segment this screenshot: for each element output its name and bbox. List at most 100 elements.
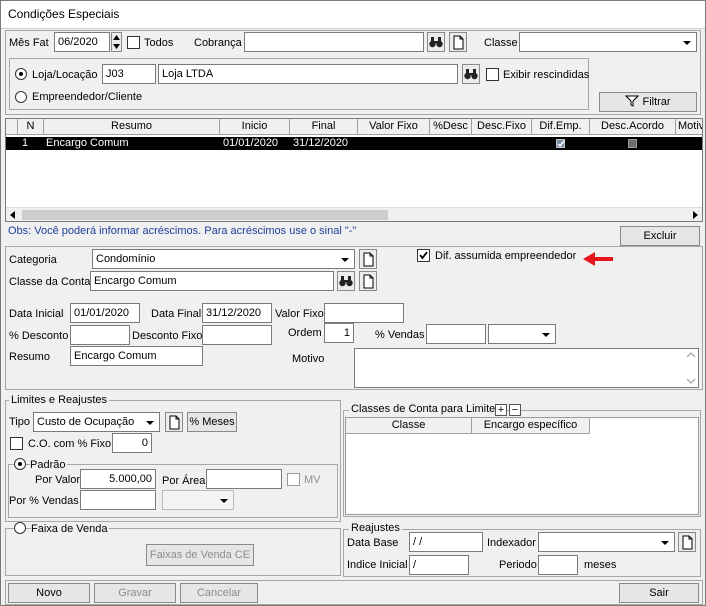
mes-fat-spinner[interactable] <box>111 32 122 52</box>
scrollbar-thumb[interactable] <box>22 210 388 220</box>
col-header[interactable]: Final <box>290 119 358 135</box>
grid-header: N Resumo Inicio Final Valor Fixo %Desc D… <box>6 119 702 135</box>
pct-vendas-label: % Vendas <box>375 329 425 341</box>
pct-vendas-select[interactable] <box>488 324 556 344</box>
tipo-new-button[interactable] <box>165 412 183 432</box>
resumo-label: Resumo <box>9 351 50 363</box>
excluir-button[interactable]: Excluir <box>620 226 700 246</box>
cell-final: 31/12/2020 <box>293 137 349 149</box>
indexador-select[interactable] <box>538 532 675 552</box>
col-header[interactable]: N <box>18 119 44 135</box>
por-area-input[interactable] <box>206 469 282 489</box>
loja-code-input[interactable]: J03 <box>102 64 156 84</box>
valor-fixo-input[interactable] <box>324 303 404 323</box>
cobranca-new-button[interactable] <box>449 32 467 52</box>
ordem-input[interactable]: 1 <box>324 323 354 343</box>
todos-checkbox[interactable] <box>127 36 140 49</box>
binoculars-icon <box>339 276 353 287</box>
resumo-input[interactable]: Encargo Comum <box>70 346 203 366</box>
pct-vendas-input[interactable] <box>426 324 486 344</box>
padrao-radio[interactable] <box>14 458 26 470</box>
cancelar-button[interactable]: Cancelar <box>180 583 258 603</box>
scroll-right-icon[interactable] <box>689 209 701 221</box>
categoria-new-button[interactable] <box>359 249 377 269</box>
por-pct-vendas-label: Por % Vendas <box>9 495 79 507</box>
data-inicial-input[interactable]: 01/01/2020 <box>70 303 140 323</box>
por-pct-vendas-select[interactable] <box>162 490 234 510</box>
grid-horizontal-scrollbar[interactable] <box>6 207 702 221</box>
desconto-fixo-label: Desconto Fixo <box>132 330 203 342</box>
col-header[interactable]: Resumo <box>44 119 220 135</box>
new-document-icon <box>682 535 693 550</box>
gravar-button[interactable]: Gravar <box>94 583 176 603</box>
add-classe-button[interactable]: + <box>495 404 507 416</box>
binoculars-icon <box>464 69 478 80</box>
tipo-label: Tipo <box>9 416 30 428</box>
empreendedor-radio[interactable] <box>15 91 27 103</box>
indice-inicial-input[interactable]: / <box>409 555 469 575</box>
col-header[interactable]: Classe <box>346 418 472 434</box>
data-base-input[interactable]: / / <box>409 532 483 552</box>
motivo-textarea[interactable] <box>354 348 699 388</box>
dif-emp-checkbox[interactable] <box>556 139 565 148</box>
desc-acordo-checkbox[interactable] <box>628 139 637 148</box>
por-pct-vendas-input[interactable] <box>80 490 156 510</box>
col-header[interactable]: Valor Fixo <box>358 119 430 135</box>
chevron-down-icon <box>337 251 353 267</box>
sair-button[interactable]: Sair <box>619 583 699 603</box>
tipo-value: Custo de Ocupação <box>37 416 135 428</box>
co-pct-fixo-label: C.O. com % Fixo <box>28 438 112 450</box>
cobranca-search-button[interactable] <box>427 32 445 52</box>
loja-radio[interactable] <box>15 68 27 80</box>
cobranca-label: Cobrança <box>194 37 242 49</box>
new-document-icon <box>453 35 464 50</box>
pct-meses-button[interactable]: % Meses <box>187 412 237 432</box>
cobranca-input[interactable] <box>244 32 424 52</box>
mes-fat-input[interactable]: 06/2020 <box>54 32 110 52</box>
loja-name-input[interactable]: Loja LTDA <box>158 64 458 84</box>
loja-search-button[interactable] <box>462 64 480 84</box>
col-header[interactable]: Motiv <box>676 119 702 135</box>
classe-conta-input[interactable]: Encargo Comum <box>90 271 334 291</box>
classe-conta-search-button[interactable] <box>337 271 355 291</box>
classe-label: Classe <box>484 37 518 49</box>
col-header[interactable]: Encargo específico <box>472 418 590 434</box>
mes-fat-label: Mês Fat <box>9 37 49 49</box>
novo-button[interactable]: Novo <box>8 583 90 603</box>
col-header[interactable]: %Desc <box>430 119 472 135</box>
faixas-venda-ce-button[interactable]: Faixas de Venda CE <box>146 544 254 566</box>
col-header[interactable]: Desc.Fixo <box>472 119 532 135</box>
col-header[interactable]: Dif.Emp. <box>532 119 590 135</box>
ordem-label: Ordem <box>288 327 322 339</box>
categoria-select[interactable]: Condomínio <box>92 249 355 269</box>
title-bar: Condições Especiais <box>1 1 705 29</box>
data-final-input[interactable]: 31/12/2020 <box>202 303 272 323</box>
valor-fixo-label: Valor Fixo <box>275 308 324 320</box>
limites-title: Limites e Reajustes <box>9 394 109 406</box>
motivo-scroll-arrows-icon[interactable] <box>685 350 697 386</box>
co-pct-fixo-input[interactable]: 0 <box>112 433 152 453</box>
funnel-icon <box>625 95 640 107</box>
faixa-venda-radio[interactable] <box>14 522 26 534</box>
col-header[interactable]: Desc.Acordo <box>590 119 676 135</box>
obs-text: Obs: Você poderá informar acréscimos. Pa… <box>8 225 357 237</box>
co-pct-fixo-checkbox[interactable] <box>10 437 23 450</box>
empreendedor-radio-label: Empreendedor/Cliente <box>32 91 143 103</box>
table-row[interactable]: 1 Encargo Comum 01/01/2020 31/12/2020 <box>6 137 702 150</box>
filtrar-button[interactable]: Filtrar <box>599 92 697 112</box>
classe-select[interactable] <box>519 32 697 52</box>
mv-checkbox[interactable] <box>287 473 300 486</box>
dif-assumida-label: Dif. assumida empreendedor <box>435 250 577 262</box>
por-valor-input[interactable]: 5.000,00 <box>80 469 156 489</box>
exibir-rescindidas-checkbox[interactable] <box>486 68 499 81</box>
dif-assumida-checkbox[interactable] <box>417 249 430 262</box>
periodo-input[interactable] <box>538 555 578 575</box>
remove-classe-button[interactable]: − <box>509 404 521 416</box>
classe-conta-new-button[interactable] <box>359 271 377 291</box>
indexador-new-button[interactable] <box>678 532 696 552</box>
scroll-left-icon[interactable] <box>7 209 19 221</box>
pct-desconto-input[interactable] <box>70 325 130 345</box>
desconto-fixo-input[interactable] <box>202 325 272 345</box>
tipo-select[interactable]: Custo de Ocupação <box>33 412 160 432</box>
col-header[interactable]: Inicio <box>220 119 290 135</box>
